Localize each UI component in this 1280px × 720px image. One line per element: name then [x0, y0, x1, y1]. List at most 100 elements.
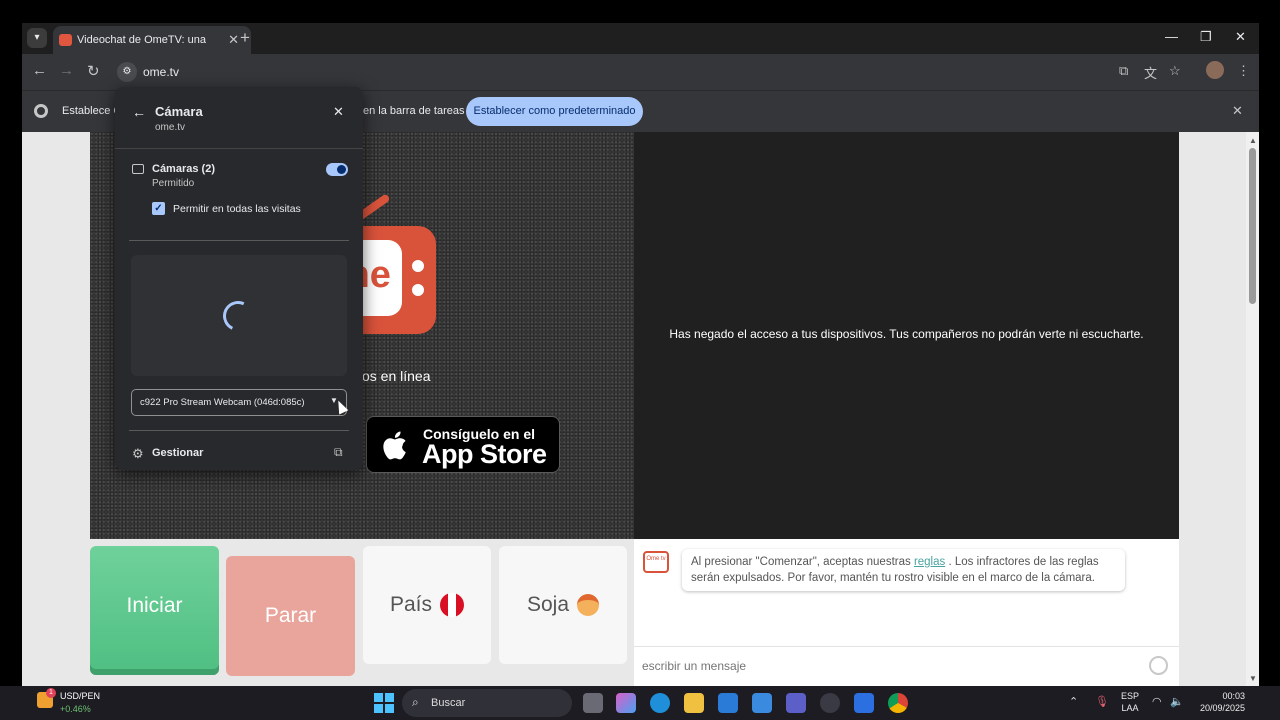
set-default-button[interactable]: Establecer como predeterminado [466, 97, 643, 126]
access-denied-message: Has negado el acceso a tus dispositivos.… [669, 327, 1144, 341]
clock-time: 00:03 [1222, 691, 1245, 701]
address-bar[interactable]: ome.tv [143, 65, 179, 79]
always-allow-checkbox[interactable]: ✓ [152, 202, 165, 215]
ometv-avatar: Ome tv [643, 551, 669, 573]
remote-video-panel: Has negado el acceso a tus dispositivos.… [634, 132, 1179, 539]
camera-preview [131, 255, 347, 376]
app-store-badge[interactable]: Consíguelo en el App Store [366, 416, 560, 473]
video-camera-icon [132, 164, 144, 174]
message-input[interactable] [642, 655, 1142, 677]
new-tab-button[interactable]: + [240, 28, 250, 48]
app-store-big-text: App Store [422, 439, 547, 469]
page-scrollbar[interactable]: ▲ ▼ [1246, 132, 1259, 686]
stop-button[interactable]: Parar [226, 556, 355, 676]
minimize-button[interactable]: — [1165, 29, 1178, 44]
restore-button[interactable]: ❐ [1200, 29, 1212, 45]
cameras-status: Permitido [152, 178, 195, 189]
tv-knob [412, 260, 424, 272]
infobar-text-end: en la barra de tareas [363, 105, 465, 117]
bookmark-star-icon[interactable]: ☆ [1169, 63, 1181, 79]
tab-close-icon[interactable]: ✕ [228, 32, 239, 48]
divider [115, 148, 363, 149]
ometv-favicon-icon [59, 34, 72, 46]
gender-label: Soja [526, 593, 570, 616]
back-arrow-icon[interactable]: ← [32, 62, 47, 79]
mail-icon[interactable] [752, 693, 772, 713]
windows-taskbar: 1 USD/PEN +0.46% ⌕ Buscar ⌃ 🎙 ESP LAA ◠ … [0, 686, 1280, 720]
always-allow-label: Permitir en todas las visitas [173, 203, 301, 215]
back-arrow-icon[interactable]: ← [132, 104, 146, 120]
rules-link[interactable]: reglas [914, 556, 945, 568]
tray-overflow-icon[interactable]: ⌃ [1069, 695, 1078, 708]
popup-title: Cámara [155, 104, 203, 119]
stock-change: +0.46% [60, 704, 91, 714]
file-explorer-icon[interactable] [684, 693, 704, 713]
volume-icon[interactable]: 🔈 [1170, 695, 1184, 708]
settings-app-icon[interactable] [820, 693, 840, 713]
popup-close-icon[interactable]: ✕ [333, 104, 344, 120]
wifi-icon[interactable]: ◠ [1152, 695, 1162, 708]
infobar-close-icon[interactable]: ✕ [1232, 103, 1243, 119]
start-menu-icon[interactable] [374, 693, 394, 713]
store-icon[interactable] [718, 693, 738, 713]
message-input-area [634, 646, 1179, 686]
gear-icon: ⚙ [132, 446, 144, 461]
task-view-icon[interactable] [583, 693, 603, 713]
cameras-label: Cámaras (2) [152, 163, 215, 175]
chat-panel: Ome tv Al presionar "Comenzar", aceptas … [634, 539, 1179, 686]
open-external-icon[interactable]: ⧉ [334, 445, 343, 460]
gender-button[interactable]: Soja [499, 546, 627, 664]
system-message-bubble: Al presionar "Comenzar", aceptas nuestra… [682, 549, 1125, 591]
close-window-button[interactable]: ✕ [1235, 29, 1246, 45]
manage-link[interactable]: Gestionar [152, 447, 203, 459]
country-label: País [389, 593, 433, 616]
taskbar-search[interactable]: ⌕ Buscar [402, 689, 572, 717]
search-icon: ⌕ [412, 695, 419, 709]
browser-toolbar: ← → ↻ ⚙ ome.tv ⧉ 文 ☆ ⋮ [22, 54, 1259, 90]
tv-knob [412, 284, 424, 296]
divider [129, 240, 349, 241]
forward-arrow-icon[interactable]: → [59, 62, 74, 79]
install-app-icon[interactable]: ⧉ [1119, 63, 1128, 79]
chrome-taskbar-icon[interactable] [888, 693, 908, 713]
vpn-app-icon[interactable] [854, 693, 874, 713]
camera-permission-popup: ← Cámara ome.tv ✕ Cámaras (2) Permitido … [115, 87, 363, 470]
camera-device-select[interactable]: c922 Pro Stream Webcam (046d:085c) ▼ [131, 389, 347, 416]
loading-spinner-icon [218, 296, 258, 336]
edge-icon[interactable] [650, 693, 670, 713]
notice-text-start: Al presionar "Comenzar", aceptas nuestra… [691, 556, 914, 568]
peru-flag-icon [440, 593, 465, 618]
language-indicator[interactable]: ESP LAA [1121, 690, 1139, 714]
profile-avatar[interactable] [1206, 61, 1224, 79]
menu-kebab-icon[interactable]: ⋮ [1237, 63, 1250, 79]
clock-date: 20/09/2025 [1199, 703, 1245, 713]
tab-ometv[interactable]: Videochat de OmeTV: una alter ✕ [53, 26, 251, 54]
popup-subtitle: ome.tv [155, 122, 186, 133]
stock-name[interactable]: USD/PEN [60, 691, 100, 701]
translate-icon[interactable]: 文 [1144, 63, 1157, 82]
start-button[interactable]: Iniciar [90, 546, 219, 675]
system-clock[interactable]: 00:03 20/09/2025 [1195, 690, 1245, 714]
camera-permission-toggle[interactable] [326, 163, 348, 176]
country-button[interactable]: País [363, 546, 491, 664]
boy-face-icon [577, 594, 600, 617]
divider [129, 430, 349, 431]
scroll-down-icon[interactable]: ▼ [1249, 674, 1257, 683]
search-placeholder: Buscar [431, 697, 466, 709]
online-count-text: os en línea [362, 368, 431, 384]
copilot-icon[interactable] [616, 693, 636, 713]
scroll-thumb[interactable] [1249, 148, 1256, 304]
tab-search-button[interactable]: ▾ [27, 28, 47, 48]
toggle-knob [337, 165, 346, 174]
language-layout: LAA [1121, 703, 1139, 713]
apple-icon [383, 431, 406, 460]
teams-icon[interactable] [786, 693, 806, 713]
camera-device-value: c922 Pro Stream Webcam (046d:085c) [140, 397, 305, 408]
scroll-up-icon[interactable]: ▲ [1249, 136, 1257, 145]
emoji-icon[interactable] [1149, 656, 1168, 675]
chrome-logo-icon [34, 104, 48, 118]
microphone-icon[interactable]: 🎙 [1095, 695, 1109, 708]
reload-icon[interactable]: ↻ [87, 62, 100, 80]
site-settings-icon[interactable]: ⚙ [117, 62, 137, 82]
widget-badge: 1 [46, 688, 56, 698]
